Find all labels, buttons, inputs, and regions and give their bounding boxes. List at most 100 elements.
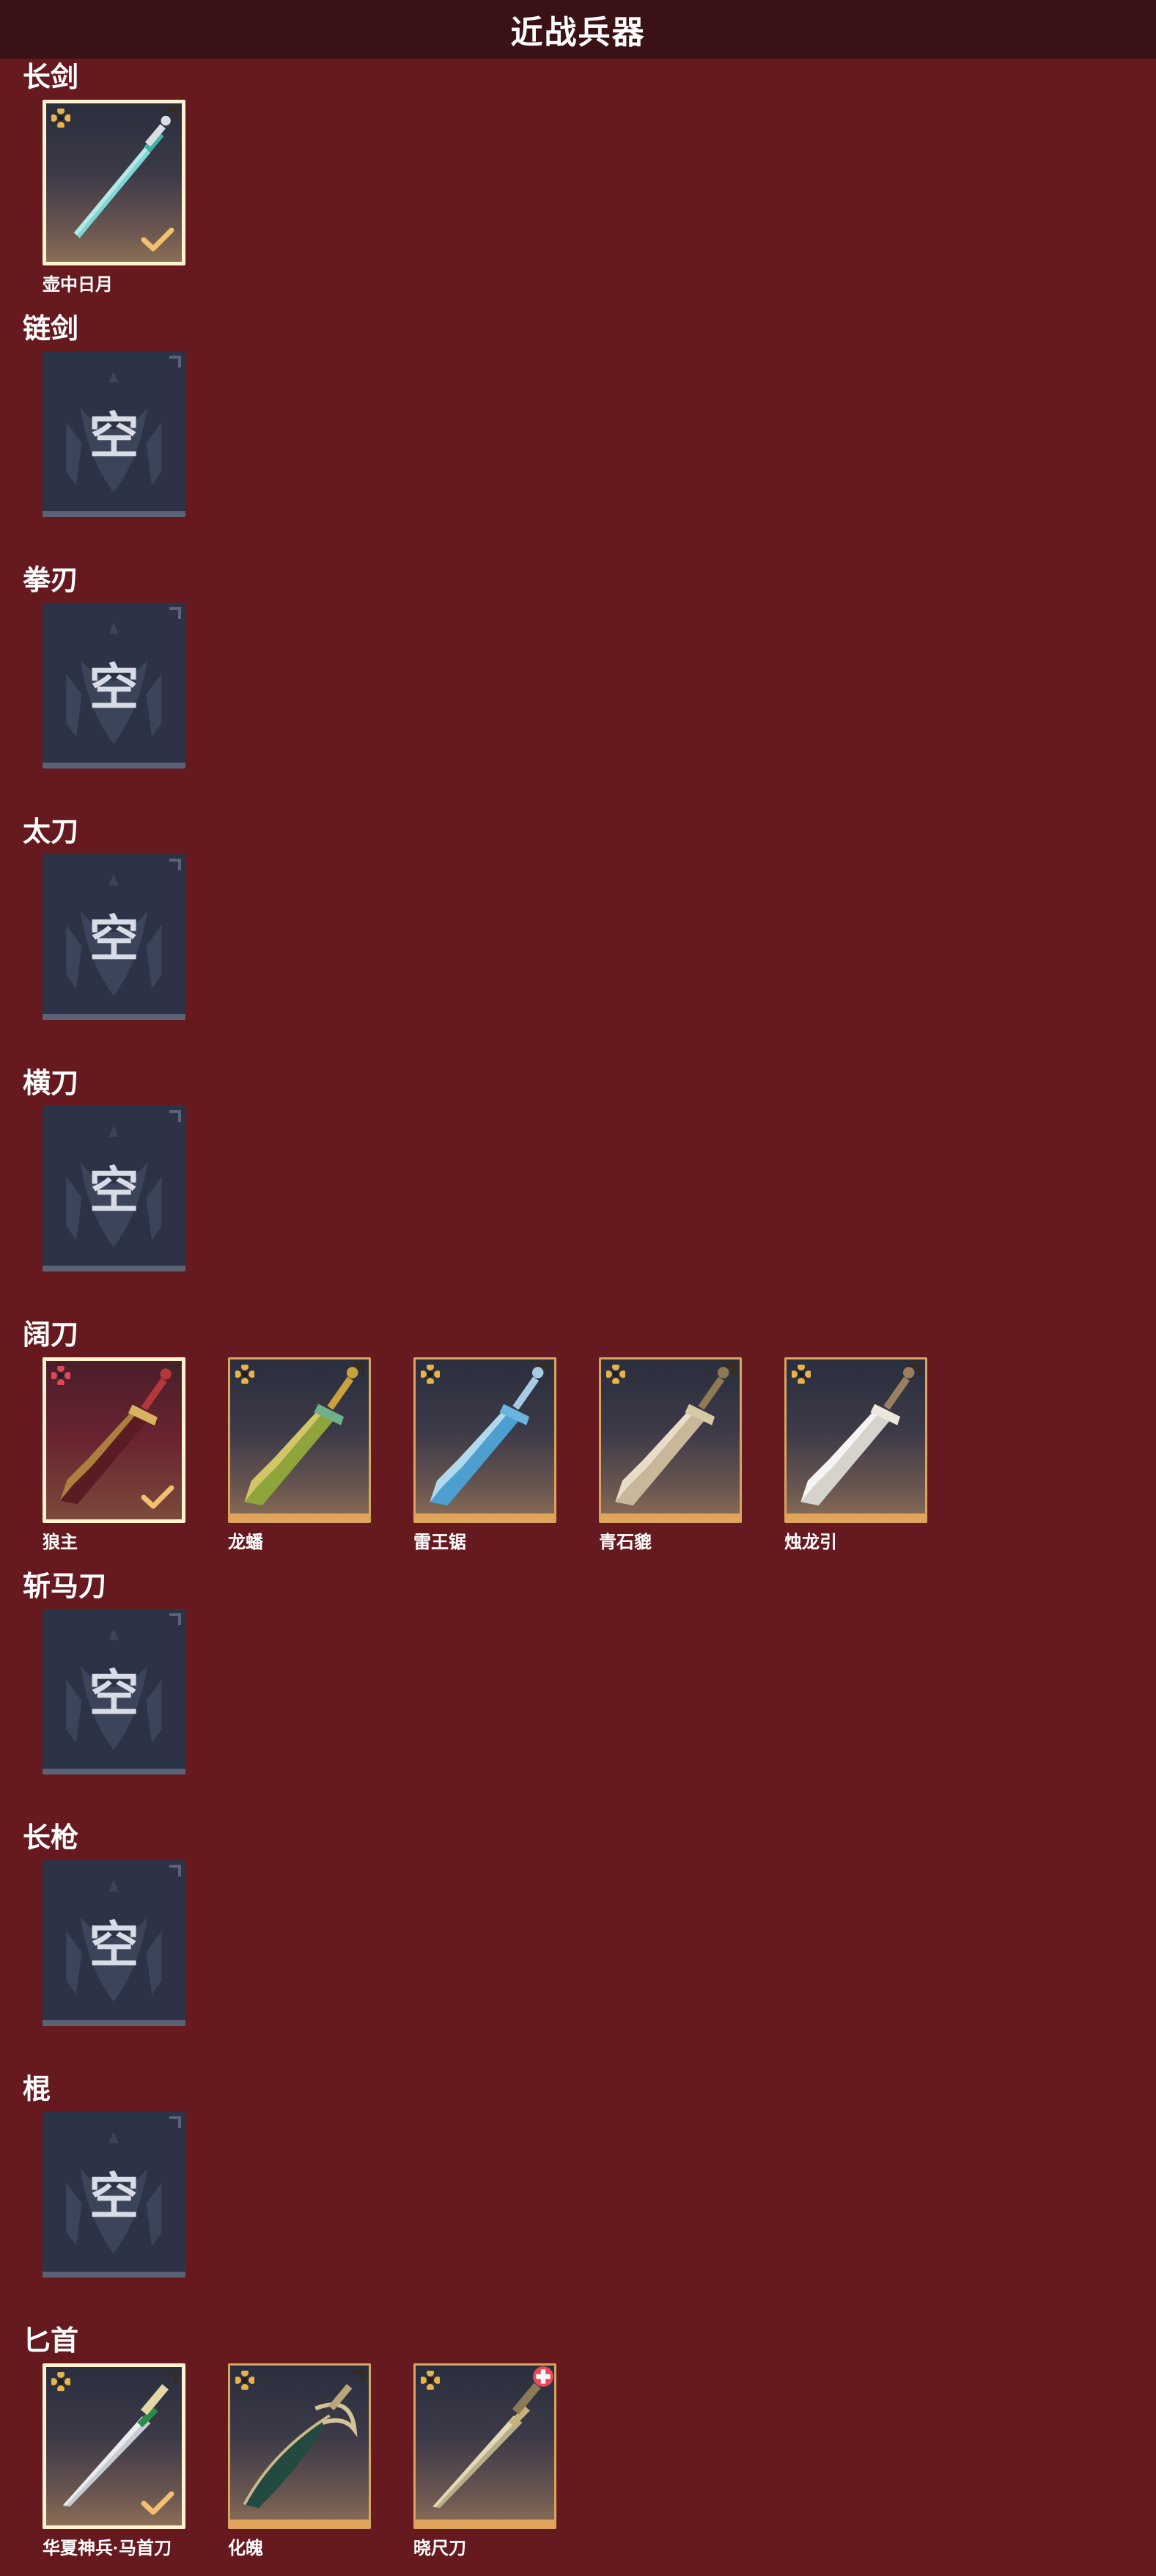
rarity-gold-star-icon xyxy=(51,109,70,128)
empty-slot-label: 空 xyxy=(89,911,139,967)
weapon-card-row: 空 xyxy=(43,1106,1105,1302)
weapon-tile xyxy=(413,2363,556,2529)
weapon-category-section: 拳刃空 xyxy=(0,562,1156,813)
corner-mark-icon xyxy=(166,1365,177,1377)
category-title: 长剑 xyxy=(23,62,79,93)
weapon-name: 华夏神兵·马首刀 xyxy=(43,2539,172,2558)
empty-weapon-slot[interactable]: 空 xyxy=(43,351,185,548)
rarity-gold-star-icon xyxy=(421,2371,440,2390)
category-title: 横刀 xyxy=(23,1068,79,1099)
page-title: 近战兵器 xyxy=(510,15,646,51)
weapon-card[interactable]: 青石貔 xyxy=(599,1357,742,1554)
category-title: 拳刃 xyxy=(23,565,79,596)
weapon-category-section: 棍空 xyxy=(0,2071,1156,2322)
weapon-card-row: 空 xyxy=(43,1609,1105,1805)
weapon-card[interactable]: 烛龙引 xyxy=(784,1357,927,1554)
empty-weapon-slot[interactable]: 空 xyxy=(43,1609,185,1805)
weapon-card-row: 狼主 龙蟠 雷王锯 青石貔 烛龙引 xyxy=(43,1357,1105,1554)
weapon-tile xyxy=(599,1357,742,1523)
empty-slot-tile: 空 xyxy=(43,1860,185,2026)
rarity-gold-star-icon xyxy=(51,2372,70,2391)
equipped-check-icon xyxy=(141,1485,174,1509)
weapon-name: 晓尺刀 xyxy=(413,2539,466,2558)
rarity-gold-star-icon xyxy=(235,2371,254,2390)
weapon-name: 青石貔 xyxy=(599,1533,652,1552)
weapon-category-section: 横刀空 xyxy=(0,1065,1156,1316)
page-header: 近战兵器 xyxy=(0,0,1156,59)
weapon-tile xyxy=(43,100,185,265)
rarity-gold-star-icon xyxy=(235,1365,254,1384)
corner-mark-icon xyxy=(166,2371,177,2383)
weapon-category-section: 链剑空 xyxy=(0,310,1156,562)
equipped-check-icon xyxy=(141,227,174,252)
rarity-red-flower-icon xyxy=(51,1366,70,1385)
rarity-gold-star-icon xyxy=(792,1365,811,1384)
weapon-card[interactable]: 龙蟠 xyxy=(228,1357,371,1554)
weapon-tile xyxy=(43,2363,185,2529)
weapon-card[interactable]: 华夏神兵·马首刀 xyxy=(43,2363,185,2560)
weapon-art-broadblade-ice xyxy=(430,1367,544,1506)
weapon-tile xyxy=(43,1357,185,1523)
weapon-tile xyxy=(413,1357,556,1523)
weapon-tile xyxy=(228,2363,371,2529)
empty-slot-label: 空 xyxy=(89,1917,139,1973)
weapon-card-row: 空 xyxy=(43,2112,1105,2308)
weapon-tile xyxy=(784,1357,927,1523)
weapon-name: 雷王锯 xyxy=(413,1533,466,1552)
weapon-name: 龙蟠 xyxy=(228,1533,263,1552)
empty-slot-tile: 空 xyxy=(43,1609,185,1775)
weapon-card[interactable]: 晓尺刀 xyxy=(413,2363,556,2560)
red-cross-badge-icon xyxy=(533,2366,553,2387)
weapon-category-section: 匕首华夏神兵·马首刀 化魄 晓尺刀 xyxy=(0,2322,1156,2574)
weapon-name: 化魄 xyxy=(228,2539,263,2558)
weapon-name: 壶中日月 xyxy=(43,275,113,295)
weapon-art-dagger-green xyxy=(243,2384,358,2509)
corner-mark-icon xyxy=(538,1364,550,1376)
category-title: 太刀 xyxy=(23,817,79,848)
empty-weapon-slot[interactable]: 空 xyxy=(43,1860,185,2057)
weapon-card[interactable]: 狼主 xyxy=(43,1357,185,1554)
empty-weapon-slot[interactable]: 空 xyxy=(43,2112,185,2308)
weapon-art-dagger-gold xyxy=(432,2382,541,2509)
empty-slot-label: 空 xyxy=(89,408,139,464)
empty-slot-label: 空 xyxy=(89,1162,139,1219)
weapon-card[interactable]: 壶中日月 xyxy=(43,100,185,296)
weapon-card[interactable]: 雷王锯 xyxy=(413,1357,556,1554)
equipped-check-icon xyxy=(141,2491,174,2515)
corner-mark-icon xyxy=(353,1364,364,1376)
category-title: 长枪 xyxy=(23,1823,79,1854)
weapon-card-row: 空 xyxy=(43,1860,1105,2057)
empty-slot-tile: 空 xyxy=(43,351,185,517)
empty-slot-tile: 空 xyxy=(43,603,185,768)
empty-weapon-slot[interactable]: 空 xyxy=(43,1106,185,1302)
weapon-card[interactable]: 化魄 xyxy=(228,2363,371,2560)
weapon-art-broadblade-white xyxy=(800,1367,915,1506)
weapon-category-section: 太刀空 xyxy=(0,813,1156,1065)
weapon-card-row: 空 xyxy=(43,351,1105,548)
category-title: 棍 xyxy=(23,2074,51,2105)
weapon-art-broadblade-gold xyxy=(244,1367,358,1506)
empty-weapon-slot[interactable]: 空 xyxy=(43,603,185,799)
weapon-card-row: 空 xyxy=(43,603,1105,799)
corner-mark-icon xyxy=(909,1364,921,1376)
weapon-category-section: 斩马刀空 xyxy=(0,1568,1156,1819)
weapon-tile xyxy=(228,1357,371,1523)
category-title: 链剑 xyxy=(23,314,79,345)
empty-weapon-slot[interactable]: 空 xyxy=(43,854,185,1051)
empty-slot-tile: 空 xyxy=(43,1106,185,1272)
rarity-gold-star-icon xyxy=(606,1365,625,1384)
category-title: 阔刀 xyxy=(23,1320,79,1351)
empty-slot-tile: 空 xyxy=(43,854,185,1020)
weapon-name: 烛龙引 xyxy=(784,1533,837,1552)
corner-mark-icon xyxy=(353,2370,364,2382)
empty-slot-tile: 空 xyxy=(43,2112,185,2278)
empty-slot-label: 空 xyxy=(89,659,139,716)
weapon-category-section: 阔刀狼主 龙蟠 雷王锯 青石貔 烛龙引 xyxy=(0,1316,1156,1568)
weapon-card-row: 壶中日月 xyxy=(43,100,1105,296)
weapon-category-section: 长枪空 xyxy=(0,1819,1156,2071)
category-title: 匕首 xyxy=(23,2326,79,2357)
corner-mark-icon xyxy=(166,108,177,120)
weapon-card-row: 空 xyxy=(43,854,1105,1051)
empty-slot-label: 空 xyxy=(89,2168,139,2225)
weapon-art-broadblade-ivory xyxy=(615,1367,729,1506)
